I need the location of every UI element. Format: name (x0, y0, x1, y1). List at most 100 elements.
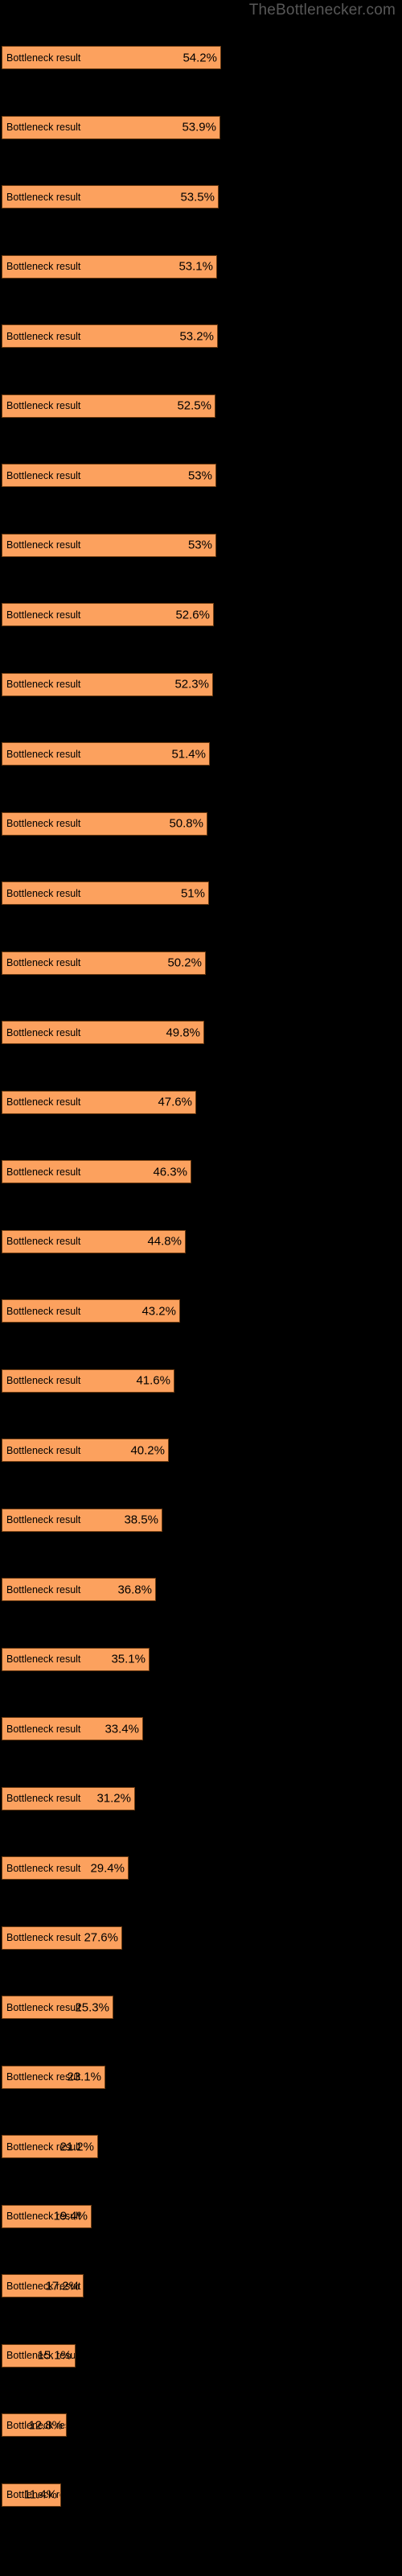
bar[interactable]: Bottleneck result 53.5% (2, 185, 219, 208)
bar[interactable]: Bottleneck result 17.2% (2, 2274, 84, 2297)
bar[interactable]: Bottleneck result 53.2% (2, 324, 218, 348)
bar[interactable]: Bottleneck result 47.6% (2, 1090, 196, 1114)
bar[interactable]: Bottleneck result 51% (2, 881, 209, 905)
bar-value: 35.1% (111, 1652, 146, 1666)
chart-row: Bottleneck result 46.3% (0, 1149, 402, 1219)
bar-label: Bottleneck result (6, 261, 81, 272)
bar[interactable]: Bottleneck result 49.8% (2, 1021, 204, 1044)
chart-row: Bottleneck result 52.5% (0, 383, 402, 453)
chart-row: Bottleneck result 27.6% (0, 1915, 402, 1985)
chart-row: Bottleneck result 51% (0, 870, 402, 940)
bar[interactable]: Bottleneck result11.4% (2, 2483, 61, 2507)
chart-row: Bottleneck result 53% (0, 452, 402, 522)
bar-label: Bottleneck result (6, 1444, 81, 1456)
chart-row: Bottleneck result 31.2% (0, 1776, 402, 1846)
bar[interactable]: Bottleneck result 53.1% (2, 254, 217, 279)
bar[interactable]: Bottleneck result 27.6% (2, 1926, 122, 1950)
bar[interactable]: Bottleneck result 52.6% (2, 603, 214, 626)
chart-row: Bottleneck result 44.8% (0, 1219, 402, 1289)
bar[interactable]: Bottleneck result 19.4% (2, 2204, 92, 2228)
chart-row: Bottleneck result 50.8% (0, 801, 402, 871)
bar-value: 53% (187, 538, 212, 552)
bar[interactable]: Bottleneck result 51.4% (2, 742, 210, 766)
bar-label: Bottleneck result (6, 1305, 81, 1317)
bar[interactable]: Bottleneck result 23.1% (2, 2065, 105, 2089)
bar[interactable]: Bottleneck result 52.3% (2, 672, 213, 696)
bar[interactable]: Bottleneck result 53% (2, 533, 216, 557)
bar-value: 11.4% (23, 2487, 57, 2502)
bar-label: Bottleneck result (6, 887, 81, 899)
chart-row: Bottleneck result 23.1% (0, 2054, 402, 2124)
chart-row: Bottleneck result12.8% (0, 2402, 402, 2472)
bar[interactable]: Bottleneck result 36.8% (2, 1578, 156, 1601)
bar-label: Bottleneck result (6, 400, 81, 411)
chart-row: Bottleneck result 49.8% (0, 1009, 402, 1080)
chart-row: Bottleneck result 33.4% (0, 1706, 402, 1776)
bar-value: 12.8% (28, 2418, 63, 2432)
chart-row: Bottleneck result 41.6% (0, 1358, 402, 1428)
bar[interactable]: Bottleneck result 31.2% (2, 1786, 135, 1810)
bar-label: Bottleneck result (6, 469, 81, 481)
bar-label: Bottleneck result (6, 1026, 81, 1038)
bar[interactable]: Bottleneck result 21.2% (2, 2135, 98, 2158)
chart-row: Bottleneck result 36.8% (0, 1567, 402, 1637)
bar-label: Bottleneck result (6, 191, 81, 203)
bar[interactable]: Bottleneck result 44.8% (2, 1229, 186, 1253)
chart-row: Bottleneck result 52.3% (0, 662, 402, 732)
site-watermark: TheBottlenecker.com (248, 2, 396, 19)
bar[interactable]: Bottleneck result 35.1% (2, 1647, 150, 1671)
chart-row: Bottleneck result 15.1% (0, 2333, 402, 2403)
bar-label: Bottleneck result (6, 1096, 81, 1108)
bar-value: 27.6% (84, 1930, 118, 1945)
chart-row: Bottleneck result 43.2% (0, 1288, 402, 1358)
bar-label: Bottleneck result (6, 1375, 81, 1386)
bar[interactable]: Bottleneck result 43.2% (2, 1299, 180, 1323)
bar[interactable]: Bottleneck result 40.2% (2, 1439, 169, 1462)
bar-label: Bottleneck result (6, 1514, 81, 1525)
chart-row: Bottleneck result 38.5% (0, 1497, 402, 1567)
bar[interactable]: Bottleneck result 53.9% (2, 115, 220, 139)
bar-label: Bottleneck result (6, 748, 81, 760)
bar-value: 33.4% (105, 1722, 139, 1736)
chart-row: Bottleneck result 40.2% (0, 1427, 402, 1497)
bar-value: 53.2% (179, 329, 214, 343)
bar-value: 23.1% (67, 2070, 101, 2084)
bar-value: 51.4% (171, 747, 206, 761)
bar[interactable]: Bottleneck result 29.4% (2, 1856, 129, 1880)
bar-label: Bottleneck result (6, 1583, 81, 1596)
bar[interactable]: Bottleneck result 52.5% (2, 394, 215, 418)
bar-value: 15.1% (37, 2348, 72, 2363)
bar-value: 21.2% (59, 2140, 94, 2153)
bar-value: 51% (180, 886, 205, 900)
bar[interactable]: Bottleneck result 54.2% (2, 46, 221, 69)
bar[interactable]: Bottleneck result12.8% (2, 2413, 67, 2437)
bar[interactable]: Bottleneck result 25.3% (2, 1996, 113, 2019)
bar-label: Bottleneck result (6, 1653, 81, 1665)
bar[interactable]: Bottleneck result 50.8% (2, 811, 207, 836)
bar[interactable]: Bottleneck result 53% (2, 464, 216, 487)
chart-row: Bottleneck result11.4% (0, 2472, 402, 2542)
bar-value: 38.5% (124, 1513, 158, 1527)
chart-row: Bottleneck result 52.6% (0, 592, 402, 662)
bar[interactable]: Bottleneck result 50.2% (2, 951, 206, 975)
bar-label: Bottleneck result (6, 679, 81, 690)
bar[interactable]: Bottleneck result 15.1% (2, 2343, 76, 2368)
bar-value: 43.2% (142, 1304, 176, 1318)
bar[interactable]: Bottleneck result 46.3% (2, 1160, 191, 1183)
chart-row: Bottleneck result 50.2% (0, 940, 402, 1010)
bar-value: 46.3% (153, 1165, 187, 1179)
bar-value: 19.4% (53, 2209, 88, 2223)
bar-label: Bottleneck result (6, 1723, 81, 1735)
chart-row: Bottleneck result 17.2% (0, 2263, 402, 2333)
chart-row: Bottleneck result 54.2% (0, 35, 402, 105)
bar[interactable]: Bottleneck result 33.4% (2, 1717, 143, 1740)
chart-row: Bottleneck result 53.2% (0, 313, 402, 383)
bar-label: Bottleneck result (6, 1166, 81, 1178)
bar-label: Bottleneck result (6, 1862, 81, 1874)
bar-value: 50.2% (167, 956, 202, 970)
bar[interactable]: Bottleneck result 41.6% (2, 1368, 174, 1393)
bar-label: Bottleneck result (6, 52, 81, 64)
chart-row: Bottleneck result 53% (0, 522, 402, 592)
chart-row: Bottleneck result 25.3% (0, 1984, 402, 2054)
bar[interactable]: Bottleneck result 38.5% (2, 1508, 162, 1532)
